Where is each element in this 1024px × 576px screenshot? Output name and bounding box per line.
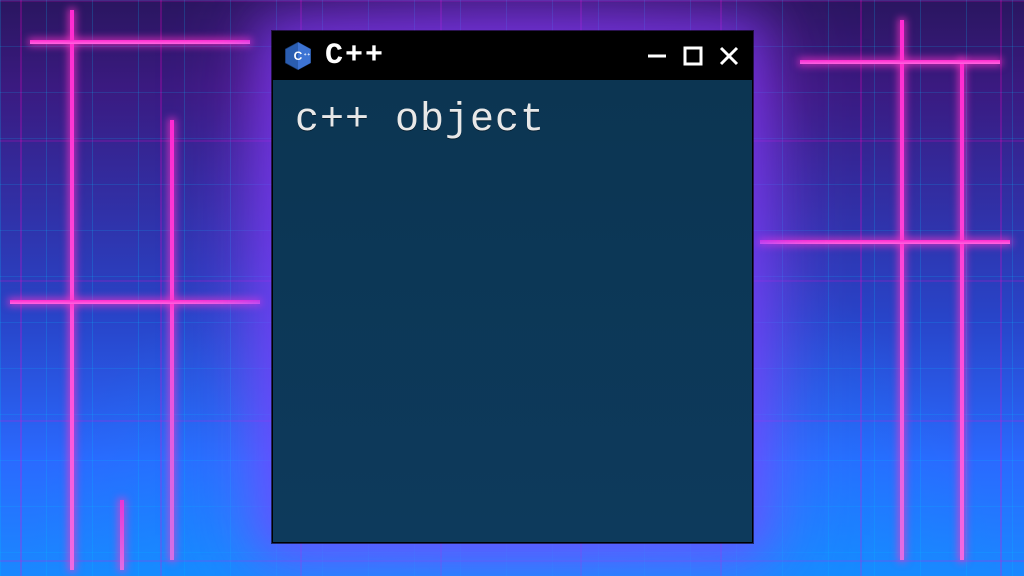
terminal-output-line: c++ object [295,98,730,143]
svg-text:+: + [307,53,310,58]
maximize-button[interactable] [682,45,704,67]
svg-text:+: + [304,53,307,58]
close-button[interactable] [718,45,740,67]
titlebar[interactable]: C + + C++ [273,32,752,80]
neon-trace [900,20,904,560]
cpp-hex-icon: C + + [283,41,313,71]
svg-text:C: C [294,49,303,63]
terminal-window: C + + C++ c++ object [272,31,753,543]
neon-trace [170,120,174,560]
window-title: C++ [325,39,634,73]
window-controls [646,45,740,67]
neon-trace [70,10,74,570]
neon-trace [30,40,250,44]
neon-trace [120,500,124,570]
terminal-client-area[interactable]: c++ object [273,80,752,542]
neon-trace [760,240,1010,244]
neon-trace [960,60,964,560]
neon-trace [800,60,1000,64]
minimize-button[interactable] [646,45,668,67]
neon-trace [10,300,260,304]
